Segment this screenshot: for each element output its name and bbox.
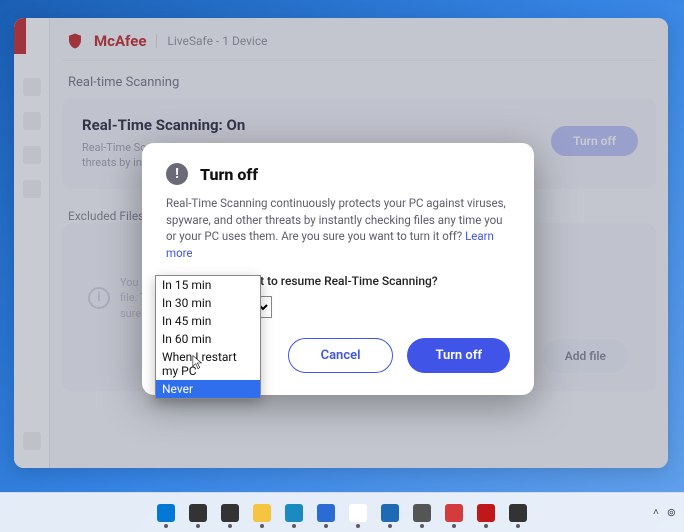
modal-body: Real-Time Scanning continuously protects… (166, 195, 510, 262)
terminal-icon[interactable] (507, 502, 529, 524)
tray-network-icon[interactable]: ⊚ (667, 506, 676, 519)
photos-icon[interactable] (379, 502, 401, 524)
dropdown-option[interactable]: In 45 min (156, 312, 260, 330)
settings-icon[interactable] (411, 502, 433, 524)
app-icon[interactable] (443, 502, 465, 524)
resume-time-dropdown[interactable]: In 15 minIn 30 minIn 45 minIn 60 minWhen… (155, 275, 261, 399)
taskbar[interactable]: ˄ ⊚ (0, 492, 684, 532)
dropdown-option[interactable]: In 60 min (156, 330, 260, 348)
edge-icon[interactable] (283, 502, 305, 524)
explorer-icon[interactable] (251, 502, 273, 524)
mail-icon[interactable] (347, 502, 369, 524)
start-icon[interactable] (155, 502, 177, 524)
tray-chevron-up-icon[interactable]: ˄ (653, 507, 659, 518)
turn-off-confirm-button[interactable]: Turn off (407, 338, 510, 373)
store-icon[interactable] (315, 502, 337, 524)
warning-icon: ! (166, 163, 188, 185)
task-view-icon[interactable] (219, 502, 241, 524)
mcafee-tray-icon[interactable] (475, 502, 497, 524)
search-icon[interactable] (187, 502, 209, 524)
dropdown-option[interactable]: In 15 min (156, 276, 260, 294)
modal-title: Turn off (200, 165, 258, 184)
dropdown-option[interactable]: When I restart my PC (156, 348, 260, 380)
system-tray[interactable]: ˄ ⊚ (653, 506, 676, 519)
dropdown-option[interactable]: Never (156, 380, 260, 398)
cancel-button[interactable]: Cancel (288, 338, 394, 373)
modal-body-text: Real-Time Scanning continuously protects… (166, 196, 506, 243)
dropdown-option[interactable]: In 30 min (156, 294, 260, 312)
